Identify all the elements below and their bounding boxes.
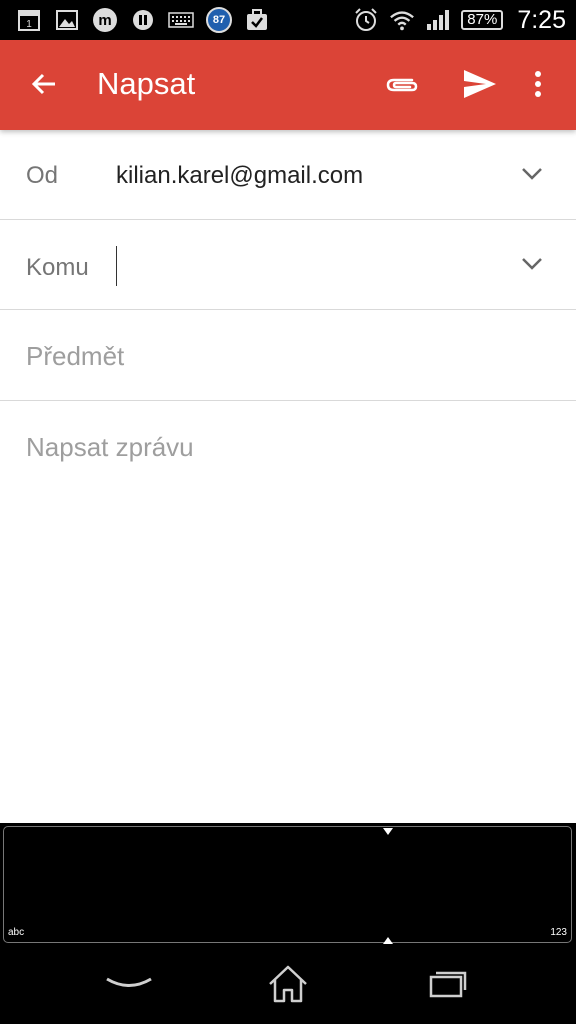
subject-row: [0, 311, 576, 401]
status-bar: 1 m 87 87% 7:25: [0, 0, 576, 40]
keyboard-handle-top-icon[interactable]: [383, 828, 393, 835]
nav-back-button[interactable]: [99, 962, 159, 1010]
from-label: Od: [26, 162, 59, 189]
keyboard-handle-bottom-icon[interactable]: [383, 937, 393, 944]
nav-recents-button[interactable]: [418, 962, 478, 1010]
message-body-input[interactable]: [26, 432, 550, 812]
back-button[interactable]: [20, 64, 68, 108]
from-dropdown-button[interactable]: [516, 160, 548, 192]
to-row: Komu: [0, 220, 576, 310]
nav-back-icon: [104, 974, 154, 999]
more-vert-icon: [533, 70, 543, 103]
chevron-down-icon: [521, 257, 543, 276]
keyboard-abc-label[interactable]: abc: [8, 927, 24, 938]
signal-icon: [425, 7, 451, 33]
from-account-value[interactable]: kilian.karel@gmail.com: [116, 162, 363, 190]
back-arrow-icon: [29, 69, 59, 104]
send-icon: [462, 68, 498, 105]
svg-text:1: 1: [26, 19, 32, 30]
from-row: Od kilian.karel@gmail.com: [0, 130, 576, 220]
attach-button[interactable]: [378, 62, 426, 110]
subject-input[interactable]: [26, 336, 546, 376]
alarm-icon: [353, 7, 379, 33]
svg-text:m: m: [98, 12, 111, 29]
keyboard-123-label[interactable]: 123: [550, 927, 567, 938]
keyboard-panel[interactable]: abc 123: [3, 826, 572, 944]
app-bar: Napsat: [0, 40, 576, 130]
calendar-icon: 1: [16, 7, 42, 33]
battery-icon: 87%: [461, 10, 504, 30]
pause-icon: [130, 7, 156, 33]
keyboard-icon: [168, 7, 194, 33]
m-app-icon: m: [92, 7, 118, 33]
wifi-icon: [389, 7, 415, 33]
attach-icon: [384, 72, 420, 101]
notification-badge-icon: 87: [206, 7, 232, 33]
home-icon: [266, 964, 310, 1009]
to-input[interactable]: [116, 246, 497, 286]
page-title: Napsat: [97, 66, 196, 101]
nav-home-button[interactable]: [258, 962, 318, 1010]
send-button[interactable]: [456, 62, 504, 110]
chevron-down-icon: [521, 167, 543, 186]
nav-bar: [0, 948, 576, 1024]
keyboard-area[interactable]: abc 123: [0, 823, 576, 948]
briefcase-check-icon: [244, 7, 270, 33]
status-time: 7:25: [517, 5, 566, 34]
more-options-button[interactable]: [514, 62, 562, 110]
recents-icon: [428, 969, 468, 1004]
to-label: Komu: [26, 254, 89, 281]
gallery-icon: [54, 7, 80, 33]
to-dropdown-button[interactable]: [516, 250, 548, 282]
